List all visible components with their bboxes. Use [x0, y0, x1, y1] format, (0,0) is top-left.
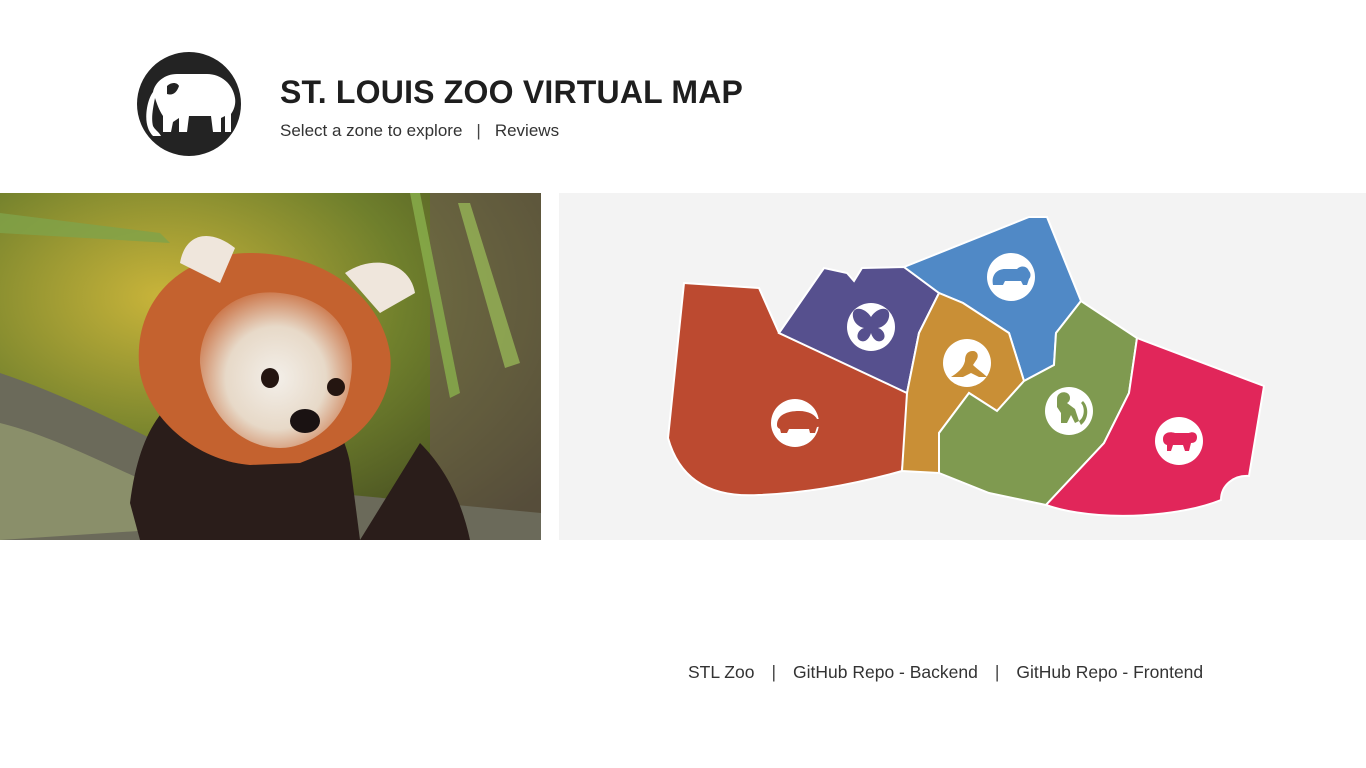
- red-panda-photo: [0, 193, 541, 540]
- zoo-map-svg: [666, 216, 1266, 517]
- select-zone-link[interactable]: Select a zone to explore: [280, 121, 462, 141]
- elephant-icon: [146, 74, 236, 136]
- github-backend-link[interactable]: GitHub Repo - Backend: [793, 662, 978, 683]
- footer-separator: |: [994, 662, 1000, 682]
- page-header: ST. LOUIS ZOO VIRTUAL MAP Select a zone …: [0, 0, 1366, 193]
- zoo-map: [559, 193, 1366, 540]
- footer-separator: |: [771, 662, 777, 682]
- page-title: ST. LOUIS ZOO VIRTUAL MAP: [280, 74, 744, 110]
- zoo-logo[interactable]: [137, 52, 241, 156]
- reviews-link[interactable]: Reviews: [495, 121, 559, 141]
- page-footer: STL Zoo | GitHub Repo - Backend | GitHub…: [688, 662, 1203, 683]
- github-frontend-link[interactable]: GitHub Repo - Frontend: [1016, 662, 1203, 683]
- nav-separator: |: [476, 121, 481, 140]
- header-nav: Select a zone to explore | Reviews: [280, 121, 559, 141]
- stl-zoo-link[interactable]: STL Zoo: [688, 662, 754, 683]
